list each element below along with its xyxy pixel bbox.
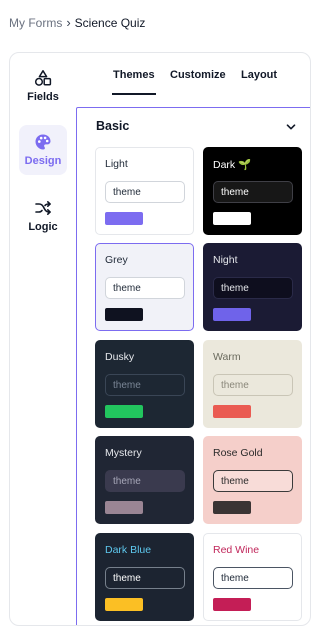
theme-card-dark-blue[interactable]: Dark Blue theme (95, 533, 194, 621)
theme-name: Rose Gold (213, 447, 263, 459)
theme-preview-field: theme (213, 374, 293, 396)
theme-accent-swatch (213, 501, 251, 514)
theme-accent-swatch (105, 598, 143, 611)
theme-card-warm[interactable]: Warm theme (203, 340, 302, 428)
rail-item-label: Fields (27, 91, 59, 103)
theme-card-grey[interactable]: Grey theme (95, 243, 194, 331)
theme-name: Warm (213, 351, 241, 363)
theme-card-light[interactable]: Light theme (95, 147, 194, 235)
rail-item-design[interactable]: Design (19, 125, 67, 175)
theme-card-mystery[interactable]: Mystery theme (95, 436, 194, 524)
section-header-basic[interactable]: Basic (77, 108, 310, 144)
breadcrumb-separator-icon: › (66, 15, 71, 30)
theme-preview-field: theme (213, 470, 293, 492)
theme-name: Dark Blue (105, 544, 152, 556)
theme-accent-swatch (105, 308, 143, 321)
shapes-icon (34, 70, 52, 86)
theme-card-rose-gold[interactable]: Rose Gold theme (203, 436, 302, 524)
rail-item-label: Logic (28, 221, 58, 233)
theme-accent-swatch (105, 501, 143, 514)
rail-item-logic[interactable]: Logic (19, 191, 67, 241)
shuffle-icon (35, 201, 51, 215)
theme-preview-field: theme (213, 181, 293, 203)
theme-card-night[interactable]: Night theme (203, 243, 302, 331)
theme-accent-swatch (213, 598, 251, 611)
theme-preview-field: theme (105, 277, 185, 299)
chevron-down-icon[interactable] (285, 121, 297, 133)
theme-name: Light (105, 158, 128, 170)
theme-preview-field: theme (105, 567, 185, 589)
theme-preview-field: theme (105, 470, 185, 492)
theme-name: Dark 🌱 (213, 159, 252, 171)
palette-icon (35, 134, 51, 150)
tab-customize[interactable]: Customize (170, 69, 226, 81)
section-title: Basic (96, 119, 130, 133)
breadcrumb-my-forms[interactable]: My Forms (9, 16, 62, 30)
design-tabs: Themes Customize Layout (76, 53, 310, 107)
theme-accent-swatch (213, 212, 251, 225)
theme-card-red-wine[interactable]: Red Wine theme (203, 533, 302, 621)
breadcrumb-current-form: Science Quiz (74, 16, 146, 30)
breadcrumb: My Forms › Science Quiz (9, 16, 145, 30)
theme-accent-swatch (213, 308, 251, 321)
theme-name: Grey (105, 254, 128, 266)
tab-themes[interactable]: Themes (112, 69, 156, 95)
theme-preview-field: theme (105, 181, 185, 203)
theme-name: Night (213, 254, 238, 266)
theme-name: Mystery (105, 447, 142, 459)
theme-preview-field: theme (213, 277, 293, 299)
theme-accent-swatch (105, 405, 143, 418)
theme-accent-swatch (213, 405, 251, 418)
theme-card-dark[interactable]: Dark 🌱 theme (203, 147, 302, 235)
themes-panel: Basic Light theme Dark 🌱 theme Grey them… (76, 107, 310, 625)
theme-accent-swatch (105, 212, 143, 225)
rail-item-label: Design (24, 155, 62, 167)
tab-layout[interactable]: Layout (241, 69, 277, 81)
theme-name: Red Wine (213, 544, 260, 556)
editor-panel: Fields Design Logic Themes Customize Lay… (9, 52, 311, 626)
theme-card-dusky[interactable]: Dusky theme (95, 340, 194, 428)
side-rail: Fields Design Logic (10, 53, 76, 625)
theme-name: Dusky (105, 351, 135, 363)
theme-preview-field: theme (213, 567, 293, 589)
theme-preview-field: theme (105, 374, 185, 396)
rail-item-fields[interactable]: Fields (19, 61, 67, 111)
